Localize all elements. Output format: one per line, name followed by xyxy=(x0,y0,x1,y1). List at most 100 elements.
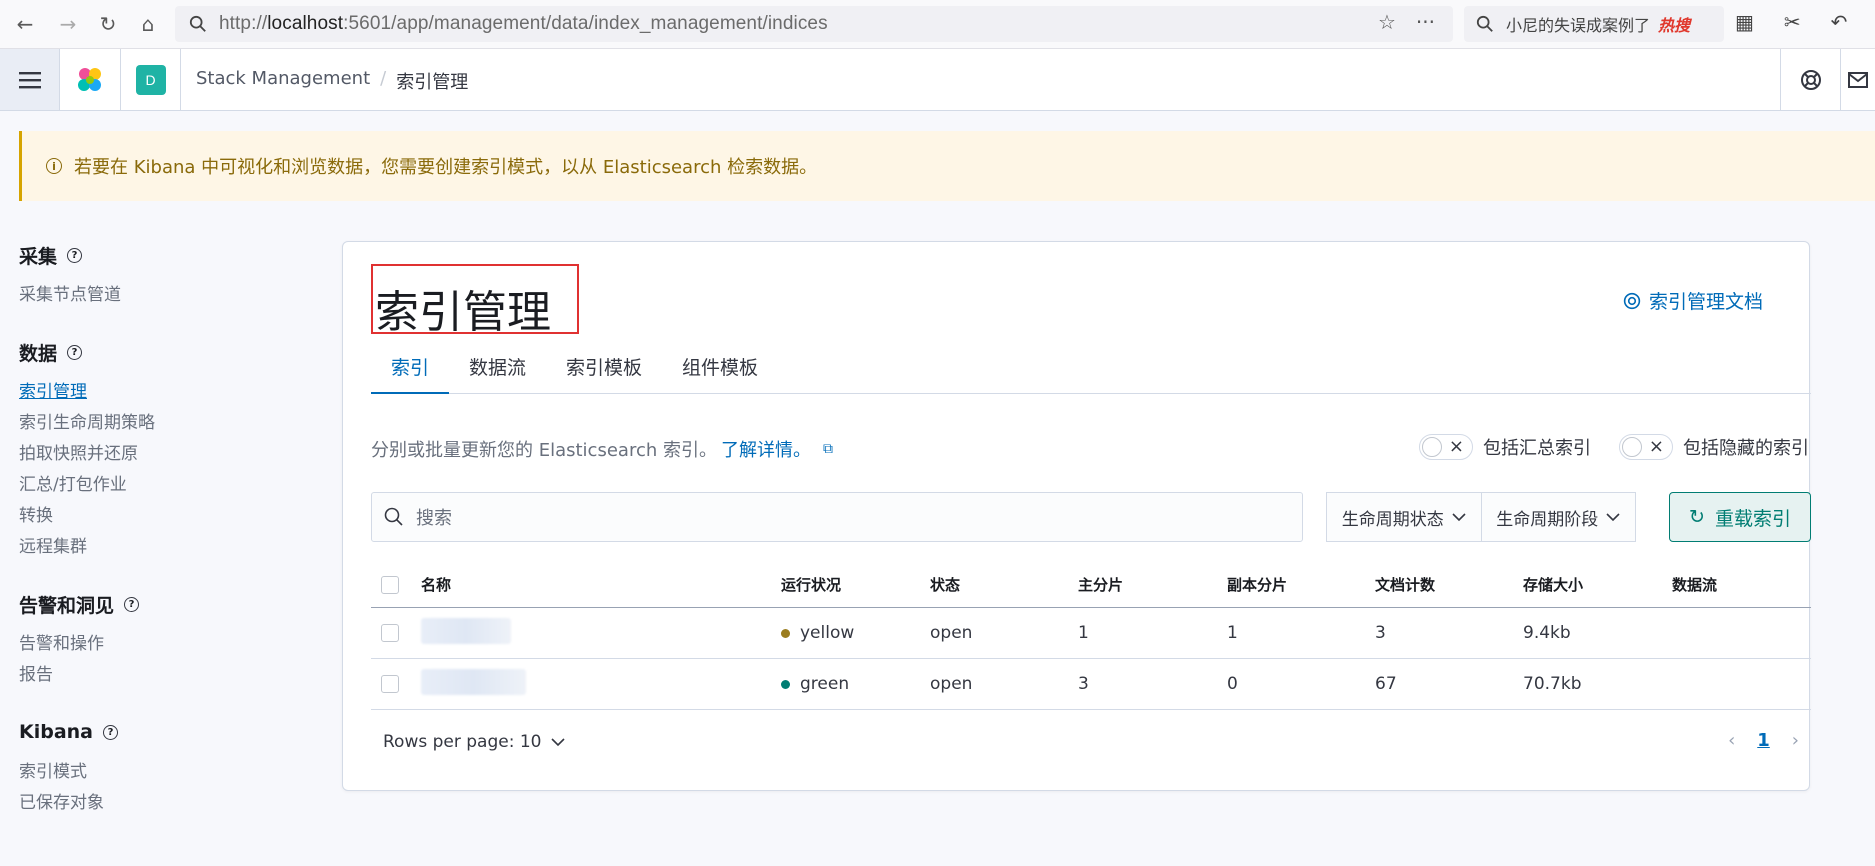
sidebar-section-title: 采集 xyxy=(19,245,58,268)
chevron-right-icon[interactable]: › xyxy=(1792,730,1799,751)
help-icon[interactable]: ? xyxy=(67,344,83,360)
column-header-name[interactable]: 名称 xyxy=(421,574,781,595)
breadcrumb: Stack Management / 索引管理 xyxy=(196,68,468,94)
newsfeed-icon[interactable] xyxy=(1840,49,1875,110)
column-header-replica[interactable]: 副本分片 xyxy=(1227,574,1375,595)
tab-index-templates[interactable]: 索引模板 xyxy=(546,350,662,394)
tab-indices[interactable]: 索引 xyxy=(371,350,450,394)
column-header-health[interactable]: 运行状况 xyxy=(781,574,930,595)
learn-more-link[interactable]: 了解详情。 xyxy=(721,436,811,462)
column-header-primary[interactable]: 主分片 xyxy=(1078,574,1227,595)
toggle-label: 包括隐藏的索引 xyxy=(1683,438,1809,459)
chevron-left-icon[interactable]: ‹ xyxy=(1728,730,1735,751)
index-pattern-callout: i 若要在 Kibana 中可视化和浏览数据，您需要创建索引模式，以从 Elas… xyxy=(19,131,1875,201)
include-hidden-toggle[interactable]: × 包括隐藏的索引 xyxy=(1619,434,1809,460)
lifecycle-phase-filter[interactable]: 生命周期阶段 xyxy=(1480,493,1636,541)
size-value: 9.4kb xyxy=(1523,623,1571,643)
description-text: 分别或批量更新您的 Elasticsearch 索引。 xyxy=(371,440,717,461)
tab-data-streams[interactable]: 数据流 xyxy=(449,350,546,394)
search-icon xyxy=(1476,15,1493,32)
status-value: open xyxy=(930,674,973,694)
sidebar-section-title: 告警和洞见 xyxy=(19,594,115,617)
sidebar-item-remote-clusters[interactable]: 远程集群 xyxy=(19,532,319,563)
tab-component-templates[interactable]: 组件模板 xyxy=(662,350,778,394)
row-checkbox[interactable] xyxy=(381,624,399,642)
rows-per-page-selector[interactable]: Rows per page: 10 xyxy=(383,732,566,752)
search-icon xyxy=(384,507,403,526)
page-title-highlight: 索引管理 xyxy=(371,264,579,338)
sidebar-item-ilm-policies[interactable]: 索引生命周期策略 xyxy=(19,408,319,439)
sidebar-item-alerts-actions[interactable]: 告警和操作 xyxy=(19,629,319,660)
address-bar[interactable]: http://localhost:5601/app/management/dat… xyxy=(175,6,1453,42)
close-icon: × xyxy=(1448,436,1464,457)
refresh-icon: ↻ xyxy=(1689,506,1705,528)
breadcrumb-separator: / xyxy=(380,68,387,89)
index-name-redacted[interactable] xyxy=(421,617,511,644)
external-link-icon: ⧉ xyxy=(822,441,833,457)
lifecycle-status-filter[interactable]: 生命周期状态 xyxy=(1327,493,1481,541)
help-menu-icon[interactable] xyxy=(1780,49,1840,110)
page-number-current[interactable]: 1 xyxy=(1757,730,1770,751)
chevron-down-icon xyxy=(1452,513,1466,522)
sidebar-item-rollup-jobs[interactable]: 汇总/打包作业 xyxy=(19,470,319,501)
undo-icon[interactable]: ↶ xyxy=(1831,10,1848,34)
column-header-data-stream[interactable]: 数据流 xyxy=(1672,574,1811,595)
browser-search-box[interactable]: 小尼的失误成案例了 热搜 xyxy=(1464,6,1724,42)
select-all-checkbox[interactable] xyxy=(381,575,399,594)
callout-text: 若要在 Kibana 中可视化和浏览数据，您需要创建索引模式，以从 Elasti… xyxy=(74,157,818,178)
search-icon xyxy=(189,15,206,32)
sidebar-item-saved-objects[interactable]: 已保存对象 xyxy=(19,788,319,819)
sidebar-item-reporting[interactable]: 报告 xyxy=(19,660,319,691)
column-header-size[interactable]: 存储大小 xyxy=(1523,574,1672,595)
space-selector[interactable]: D xyxy=(121,49,181,110)
star-icon[interactable]: ☆ xyxy=(1378,10,1396,34)
sidebar-item-index-management[interactable]: 索引管理 xyxy=(19,377,319,408)
sidebar-section-alerts-insights: 告警和洞见? 告警和操作 报告 xyxy=(19,589,319,691)
help-icon[interactable]: ? xyxy=(67,247,83,263)
info-icon: i xyxy=(46,158,62,174)
back-icon[interactable]: ← xyxy=(10,9,40,39)
toggle-group: × 包括汇总索引 × 包括隐藏的索引 xyxy=(1419,434,1809,460)
apps-grid-icon[interactable]: ▦ xyxy=(1735,10,1754,34)
elastic-logo-icon[interactable] xyxy=(60,49,121,110)
docs-value: 67 xyxy=(1375,674,1397,694)
include-rollup-toggle[interactable]: × 包括汇总索引 xyxy=(1419,434,1591,460)
hot-search-badge: 热搜 xyxy=(1658,16,1691,35)
row-checkbox[interactable] xyxy=(381,675,399,693)
sidebar-item-transforms[interactable]: 转换 xyxy=(19,501,319,532)
menu-icon[interactable] xyxy=(0,49,60,110)
switch[interactable]: × xyxy=(1619,434,1673,460)
help-icon[interactable]: ? xyxy=(124,596,140,612)
lifecycle-filter-group: 生命周期状态 生命周期阶段 xyxy=(1326,492,1636,542)
reload-indices-button[interactable]: ↻ 重载索引 xyxy=(1669,492,1811,542)
browser-search-text: 小尼的失误成案例了 xyxy=(1506,16,1651,35)
scissors-icon[interactable]: ✂ xyxy=(1784,10,1801,34)
switch[interactable]: × xyxy=(1419,434,1473,460)
column-header-status[interactable]: 状态 xyxy=(930,574,1078,595)
more-icon[interactable]: ··· xyxy=(1416,10,1435,34)
browser-toolbar: ← → ↻ ⌂ http://localhost:5601/app/manage… xyxy=(0,0,1875,49)
index-name-redacted[interactable] xyxy=(421,668,526,695)
close-icon: × xyxy=(1648,436,1664,457)
sidebar-item-snapshot-restore[interactable]: 拍取快照并还原 xyxy=(19,439,319,470)
breadcrumb-stack-management[interactable]: Stack Management xyxy=(196,68,370,94)
sidebar-section-title: 数据 xyxy=(19,342,58,365)
docs-link[interactable]: 索引管理文档 xyxy=(1623,287,1763,314)
sidebar-item-ingest-pipelines[interactable]: 采集节点管道 xyxy=(19,280,319,311)
forward-icon[interactable]: → xyxy=(53,9,83,39)
replica-value: 1 xyxy=(1227,623,1238,643)
sidebar-section-title: Kibana xyxy=(19,721,94,743)
help-icon[interactable]: ? xyxy=(103,724,119,740)
sidebar-item-index-patterns[interactable]: 索引模式 xyxy=(19,757,319,788)
size-value: 70.7kb xyxy=(1523,674,1582,694)
search-input[interactable]: 搜索 xyxy=(371,492,1303,542)
primary-value: 3 xyxy=(1078,674,1089,694)
column-header-docs[interactable]: 文档计数 xyxy=(1375,574,1523,595)
replica-value: 0 xyxy=(1227,674,1238,694)
indices-table: 名称 运行状况 状态 主分片 副本分片 文档计数 存储大小 数据流 yellow… xyxy=(371,562,1811,710)
health-value: yellow xyxy=(800,623,855,643)
chevron-down-icon xyxy=(1606,513,1620,522)
help-ring-icon xyxy=(1623,292,1641,309)
reload-page-icon[interactable]: ↻ xyxy=(93,9,123,39)
home-icon[interactable]: ⌂ xyxy=(133,9,163,39)
